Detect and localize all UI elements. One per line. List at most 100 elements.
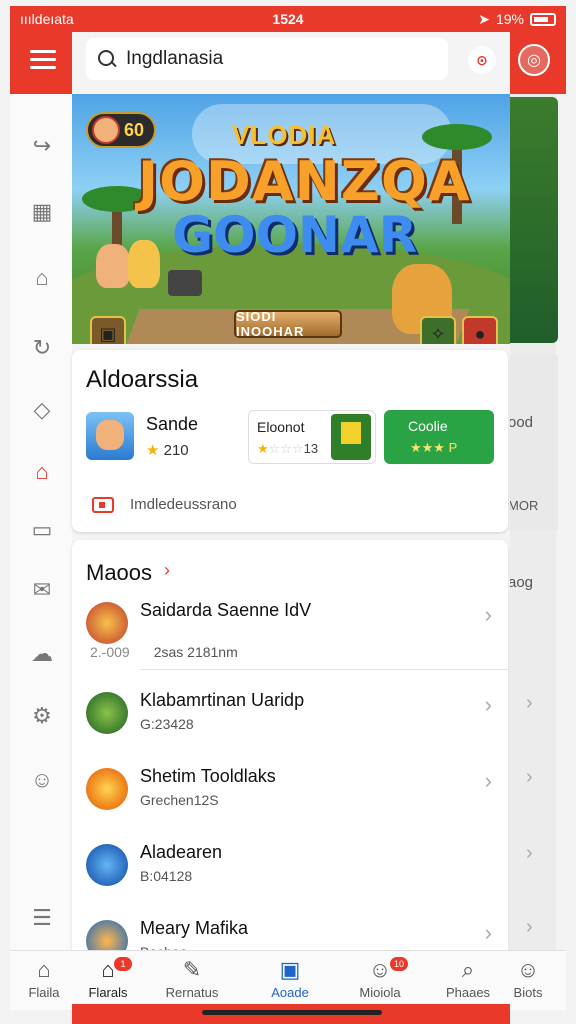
featured-app-chip[interactable]: Eloonot ★☆☆☆13 (248, 410, 376, 464)
store-icon[interactable]: ⌂ (28, 458, 56, 486)
refresh-icon[interactable]: ↻ (28, 334, 56, 362)
banner-title: JODANZQA (138, 150, 471, 213)
app-name: Sande (146, 413, 199, 434)
ticket-icon (92, 496, 114, 513)
nav-label: Flarals (88, 985, 128, 1000)
chip-name: Eloonot (257, 419, 305, 435)
featured-card: Aldoarssia Sande ★ 210 Eloonot ★☆☆☆13 Co… (72, 350, 508, 532)
footer-text: Imdledeussrano (130, 496, 237, 513)
coin-badge: 60 (86, 112, 156, 148)
home-icon[interactable]: ⌂ (28, 264, 56, 292)
avatar (92, 116, 120, 144)
nav-item[interactable]: ⌂ 1 Flarals (68, 957, 148, 1000)
star-icon: ★ (146, 441, 160, 459)
store-icon: ⌂ (101, 957, 115, 982)
nav-label: Mioiola (359, 985, 401, 1000)
compass-icon[interactable]: ✧ (420, 316, 456, 344)
nav-item[interactable]: ☺ Biots (488, 957, 568, 1000)
list-item[interactable]: Saidarda Saenne IdV 2.-009 2sas 2181nm › (72, 594, 508, 670)
section-title[interactable]: Maoos (86, 560, 152, 586)
avatar (86, 692, 128, 734)
list-item-name: Saidarda Saenne IdV (140, 600, 312, 620)
featured-app-green[interactable]: Coolie ★★★ P (384, 410, 494, 464)
calendar-icon[interactable]: ▭ (28, 516, 56, 544)
app-rating: ★ 210 (146, 441, 189, 459)
nav-label: Flaila (28, 985, 60, 1000)
battery-icon (530, 12, 556, 26)
app-screen: ıııldeıata 1524 ➤ 19% ↪ ▦ ⌂ ↻ ◇ ⌂ ▭ ✉ ☁ … (0, 0, 576, 1024)
main-sheet: ⊙ 60 VLODIA JODANZQA GOONAR SIODI INOOHA… (72, 26, 510, 1024)
nav-item[interactable]: ☺ 10 Mioiola (340, 957, 420, 1000)
chevron-right-icon: › (526, 916, 533, 938)
banner-subtitle: GOONAR (172, 206, 418, 264)
banner-cta-button[interactable]: SIODI INOOHAR (234, 309, 342, 339)
background-text: aog (508, 574, 534, 591)
featured-title: Aldoarssia (86, 366, 199, 393)
chip-image (331, 414, 371, 460)
green-name: Coolie (408, 418, 448, 434)
chest-icon[interactable]: ▣ (90, 316, 126, 344)
smile-icon[interactable]: ☺ (28, 766, 56, 794)
avatar (86, 602, 128, 644)
bag-icon: ▣ (279, 957, 301, 982)
list-item-name: Meary Mafika (140, 918, 249, 938)
list-item-subtitle: B:04128 (140, 868, 193, 884)
side-rail: ↪ ▦ ⌂ ↻ ◇ ⌂ ▭ ✉ ☁ ⚙ ☺ ☰ (10, 94, 74, 954)
nav-label: Biots (513, 985, 543, 1000)
search-input[interactable] (126, 48, 426, 70)
notification-icon[interactable]: ⊙ (468, 46, 496, 74)
search-bar[interactable] (86, 38, 448, 80)
list-item-subtitle: G:23428 (140, 716, 194, 732)
bottom-navigation: ⌂ Flaila ⌂ 1 Flarals ✎ Rernatus ▣ Aoade … (10, 950, 566, 1010)
mine-cart (168, 270, 202, 296)
nav-badge: 1 (114, 957, 132, 971)
nav-label: Phaaes (445, 985, 491, 1000)
avatar (86, 844, 128, 886)
list-item-name: Klabamrtinan Uaridp (140, 690, 305, 710)
character-figure (128, 240, 160, 288)
list-item-name: Aladearen (140, 842, 223, 862)
mail-icon[interactable]: ✉ (28, 576, 56, 604)
background-notification-icon: ◎ (518, 44, 550, 76)
nav-item[interactable]: ▣ Aoade (250, 957, 330, 1000)
status-bar: ıııldeıata 1524 ➤ 19% (10, 6, 566, 32)
document-icon[interactable]: ☰ (28, 904, 56, 932)
face-icon: ☺ (516, 957, 540, 982)
grid-icon[interactable]: ▦ (28, 198, 56, 226)
list-item-subtitle: Grechen12S (140, 792, 219, 808)
chevron-right-icon[interactable]: › (164, 560, 170, 581)
share-icon[interactable]: ↪ (28, 132, 56, 160)
list-item[interactable]: Shetim Tooldlaks Grechen12S › (72, 760, 508, 836)
background-text: ood (508, 414, 534, 431)
settings-icon[interactable]: ⚙ (28, 702, 56, 730)
list-item[interactable]: Aladearen B:04128 (72, 836, 508, 912)
divider (140, 669, 508, 670)
nav-label: Aoade (271, 985, 309, 1000)
coin-count: 60 (124, 119, 145, 140)
green-rating: ★★★ P (410, 440, 458, 455)
chevron-right-icon: › (484, 768, 492, 793)
rocket-icon: ✎ (182, 957, 202, 982)
list-item-subtitle: 2.-009 2sas 2181nm (90, 644, 238, 660)
background-text: MOR (508, 498, 539, 513)
promo-banner[interactable]: 60 VLODIA JODANZQA GOONAR SIODI INOOHAR … (72, 94, 510, 344)
nav-item[interactable]: ✎ Rernatus (152, 957, 232, 1000)
featured-app[interactable]: Sande ★ 210 (86, 412, 198, 460)
menu-icon[interactable] (30, 50, 56, 70)
tag-icon[interactable]: ◇ (28, 396, 56, 424)
home-indicator (72, 1004, 510, 1024)
chevron-right-icon: › (526, 766, 533, 788)
cloud-icon[interactable]: ☁ (28, 640, 56, 668)
avatar (86, 768, 128, 810)
banner-title-small: VLODIA (232, 120, 337, 150)
nav-badge: 10 (390, 957, 408, 971)
bomb-icon[interactable]: ● (462, 316, 498, 344)
featured-footer[interactable]: Imdledeussrano (92, 496, 237, 513)
character-figure (96, 244, 130, 288)
chevron-right-icon: › (484, 920, 492, 945)
list-item[interactable]: Klabamrtinan Uaridp G:23428 › (72, 684, 508, 760)
clock: 1524 (272, 11, 304, 27)
chevron-right-icon: › (526, 692, 533, 714)
nav-label: Rernatus (165, 985, 219, 1000)
palm-leaves (422, 124, 492, 150)
